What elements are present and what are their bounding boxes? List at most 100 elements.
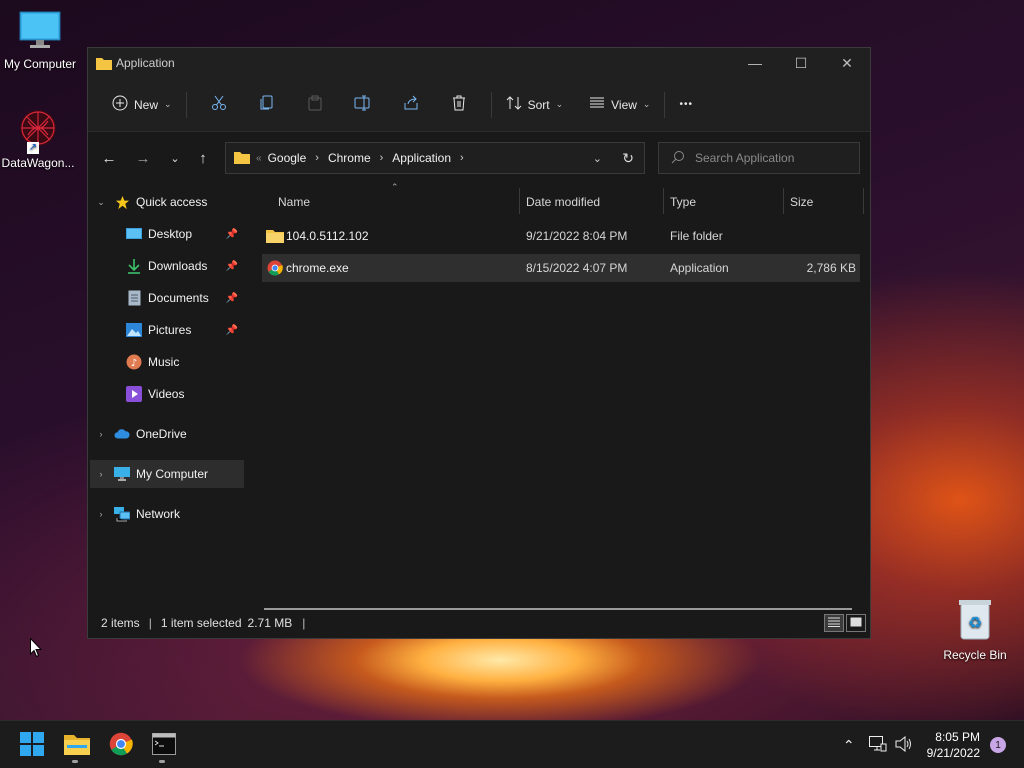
desktop-icon-datawagon[interactable]: ↗ DataWagon... [0,106,78,170]
network-status-icon[interactable] [868,735,887,755]
clock[interactable]: 8:05 PM 9/21/2022 [927,729,980,761]
nav-item-videos[interactable]: Videos [90,380,244,408]
title-bar[interactable]: Application — ☐ ✕ [88,48,870,78]
sort-icon [506,95,522,114]
back-button[interactable]: ← [94,143,124,173]
nav-quick-access[interactable]: ⌄ Quick access [90,188,244,216]
nav-label: Network [136,507,181,521]
close-button[interactable]: ✕ [824,48,870,78]
notification-badge[interactable]: 1 [990,737,1006,753]
nav-item-documents[interactable]: Documents 📌 [90,284,244,312]
nav-label: OneDrive [136,427,187,441]
nav-label: Documents [148,291,209,305]
window-title: Application [116,56,175,70]
desktop-icon-recycle-bin[interactable]: ♻ Recycle Bin [935,597,1015,662]
folder-icon [234,150,250,167]
desktop-icon-my-computer[interactable]: My Computer [0,10,80,71]
column-divider[interactable] [863,188,864,214]
file-list: ⌃ Name Date modified Type Size 104.0.511… [262,182,870,610]
more-icon: ••• [679,99,693,110]
chevron-down-icon: ⌄ [642,99,651,109]
start-button[interactable] [14,727,50,763]
column-header-type[interactable]: Type [670,188,696,216]
see-more-button[interactable]: ••• [673,89,699,121]
rename-button[interactable] [339,89,387,121]
breadcrumb-application[interactable]: Application [392,151,451,165]
datawagon-logo-icon: ↗ [15,106,61,154]
new-button[interactable]: New ⌄ [106,89,178,121]
taskbar-terminal[interactable] [146,727,182,763]
column-header-date[interactable]: Date modified [526,188,600,216]
chevron-down-icon[interactable]: ⌄ [94,197,108,208]
taskbar-file-explorer[interactable] [59,727,95,763]
nav-item-downloads[interactable]: Downloads 📌 [90,252,244,280]
column-header-size[interactable]: Size [790,188,813,216]
maximize-button[interactable]: ☐ [778,48,824,78]
breadcrumb-google[interactable]: Google [268,151,307,165]
nav-onedrive[interactable]: › OneDrive [90,420,244,448]
nav-label: Music [148,355,180,369]
view-button[interactable]: View ⌄ [583,89,656,121]
address-bar[interactable]: « Google › Chrome › Application › ⌄ ↻ [225,142,645,174]
nav-label: Pictures [148,323,192,337]
copy-button[interactable] [243,89,291,121]
file-explorer-icon [64,733,90,758]
status-bar: 2 items | 1 item selected 2.71 MB | [88,608,870,638]
videos-icon [126,386,142,402]
cloud-icon [114,426,130,442]
share-button[interactable] [387,89,435,121]
column-divider[interactable] [663,188,664,214]
paste-button[interactable] [291,89,339,121]
column-divider[interactable] [519,188,520,214]
forward-button[interactable]: → [128,143,158,173]
chevron-right-icon[interactable]: › [380,152,384,164]
large-icons-view-button[interactable] [846,614,866,632]
file-row[interactable]: 104.0.5112.102 9/21/2022 8:04 PM File fo… [262,222,860,250]
chevron-right-icon[interactable]: › [94,509,108,519]
pin-icon: 📌 [225,292,238,304]
column-divider[interactable] [783,188,784,214]
cut-button[interactable] [195,89,243,121]
view-label: View [611,97,637,112]
nav-item-pictures[interactable]: Pictures 📌 [90,316,244,344]
desktop-icon [126,226,142,242]
volume-icon[interactable] [895,735,913,755]
large-icons-view-icon [850,616,862,630]
address-dropdown-icon[interactable]: ⌄ [593,152,602,165]
taskbar-chrome[interactable] [103,727,139,763]
selection-info: 1 item selected [160,616,242,630]
selection-size: 2.71 MB [247,616,293,630]
minimize-button[interactable]: — [732,48,778,78]
desktop-icon-label: Recycle Bin [943,648,1007,662]
breadcrumb-overflow[interactable]: « [256,153,262,164]
column-header-name[interactable]: Name [278,188,310,216]
network-icon [114,506,130,522]
chevron-right-icon[interactable]: › [94,469,108,479]
recent-locations-button[interactable]: ⌄ [160,143,190,173]
chevron-right-icon[interactable]: › [94,429,108,439]
system-tray: ⌃ 8:05 PM 9/21/2022 1 [843,721,1024,768]
file-row[interactable]: chrome.exe 8/15/2022 4:07 PM Application… [262,254,860,282]
breadcrumb-chrome[interactable]: Chrome [328,151,371,165]
search-box[interactable]: Search Application [658,142,860,174]
share-icon [403,95,419,114]
music-icon: ♪ [126,354,142,370]
delete-button[interactable] [435,89,483,121]
details-view-button[interactable] [824,614,844,632]
pin-icon: 📌 [225,324,238,336]
chevron-right-icon[interactable]: › [460,152,464,164]
nav-label: Downloads [148,259,208,273]
show-hidden-icons-button[interactable]: ⌃ [843,737,855,754]
new-label: New [134,97,159,112]
chrome-icon [109,732,133,759]
sort-button[interactable]: Sort ⌄ [500,89,570,121]
command-bar: New ⌄ Sort ⌄ View ⌄ ••• [88,78,870,132]
nav-my-computer[interactable]: › My Computer [90,460,244,488]
nav-network[interactable]: › Network [90,500,244,528]
nav-item-desktop[interactable]: Desktop 📌 [90,220,244,248]
refresh-icon[interactable]: ↻ [622,150,634,167]
up-button[interactable]: ↑ [188,143,218,173]
chevron-right-icon[interactable]: › [315,152,319,164]
nav-item-music[interactable]: ♪ Music [90,348,244,376]
monitor-icon [114,466,130,482]
